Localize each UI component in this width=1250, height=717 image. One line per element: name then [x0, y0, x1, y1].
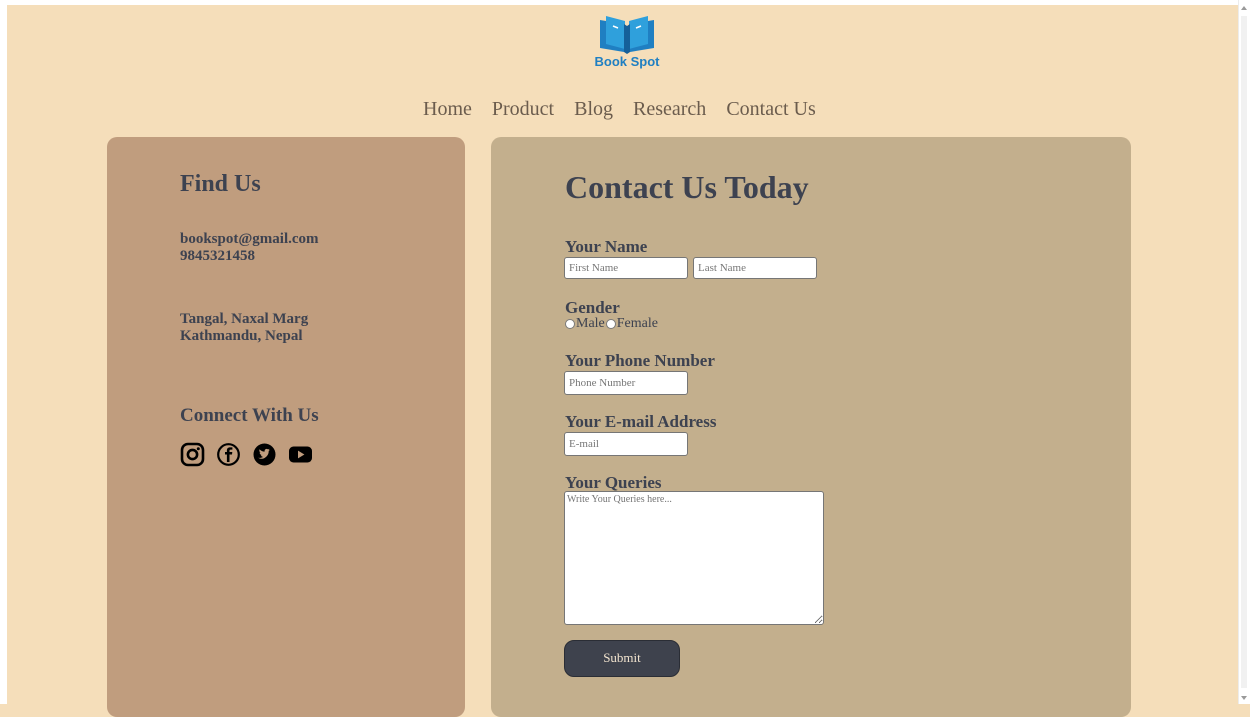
scrollbar-thumb[interactable] — [1241, 16, 1247, 688]
brand-logo[interactable]: Book Spot — [582, 14, 672, 78]
open-book-icon — [600, 16, 654, 54]
vertical-scrollbar[interactable] — [1238, 0, 1250, 704]
social-links — [180, 442, 313, 467]
scroll-down-arrow-icon[interactable] — [1241, 696, 1247, 700]
scroll-up-arrow-icon[interactable] — [1241, 6, 1247, 10]
nav-home[interactable]: Home — [423, 96, 472, 122]
address-line-2: Kathmandu, Nepal — [180, 328, 303, 344]
contact-form-title: Contact Us Today — [565, 169, 809, 205]
main-nav: Home Product Blog Research Contact Us — [423, 96, 816, 122]
queries-textarea[interactable] — [564, 491, 824, 625]
youtube-icon[interactable] — [288, 442, 313, 467]
email-label: Your E-mail Address — [565, 412, 717, 431]
email-text: bookspot@gmail.com — [180, 231, 319, 247]
first-name-input[interactable] — [564, 257, 688, 279]
connect-title: Connect With Us — [180, 405, 319, 426]
brand-name: Book Spot — [594, 54, 660, 69]
last-name-input[interactable] — [693, 257, 817, 279]
male-radio[interactable] — [565, 319, 575, 329]
nav-product[interactable]: Product — [492, 96, 554, 122]
email-input[interactable] — [564, 432, 688, 456]
female-radio[interactable] — [605, 319, 616, 329]
gender-options: Male Female — [564, 316, 658, 332]
female-label: Female — [616, 316, 658, 331]
facebook-icon[interactable] — [216, 442, 241, 467]
contact-info: bookspot@gmail.com 9845321458 — [180, 231, 319, 265]
phone-label: Your Phone Number — [565, 351, 715, 370]
browser-top-strip — [0, 0, 1250, 5]
nav-research[interactable]: Research — [633, 96, 706, 122]
find-us-panel: Find Us bookspot@gmail.com 9845321458 Ta… — [107, 137, 465, 717]
find-us-title: Find Us — [180, 171, 261, 197]
instagram-icon[interactable] — [180, 442, 205, 467]
male-label: Male — [576, 316, 605, 331]
submit-button[interactable]: Submit — [564, 640, 680, 677]
nav-blog[interactable]: Blog — [574, 96, 613, 122]
nav-contact-us[interactable]: Contact Us — [726, 96, 815, 122]
phone-text: 9845321458 — [180, 248, 255, 264]
phone-input[interactable] — [564, 371, 688, 395]
address-info: Tangal, Naxal Marg Kathmandu, Nepal — [180, 311, 308, 345]
twitter-icon[interactable] — [252, 442, 277, 467]
contact-form-panel: Contact Us Today Your Name Gender Male F… — [491, 137, 1131, 717]
name-label: Your Name — [565, 237, 648, 256]
queries-label: Your Queries — [565, 473, 662, 492]
address-line-1: Tangal, Naxal Marg — [180, 311, 309, 327]
window-left-edge — [0, 5, 7, 704]
gender-label: Gender — [565, 298, 620, 317]
